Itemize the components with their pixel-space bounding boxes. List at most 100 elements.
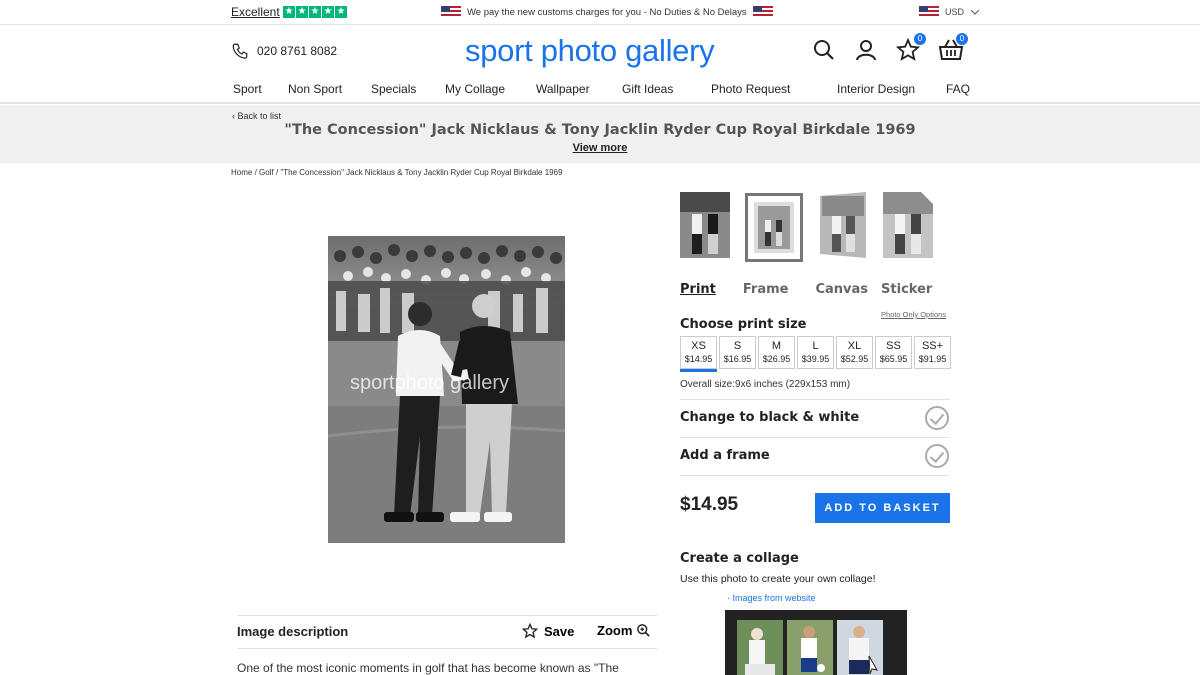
search-button[interactable] bbox=[812, 38, 836, 62]
us-flag-icon bbox=[752, 6, 773, 18]
choose-print-size-heading: Choose print size bbox=[680, 317, 807, 332]
photo-only-options-link[interactable]: Photo Only Options bbox=[881, 310, 946, 319]
phone-contact[interactable]: 020 8761 8082 bbox=[231, 42, 337, 60]
wishlist-button[interactable]: 0 bbox=[895, 33, 926, 62]
chevron-down-icon bbox=[970, 9, 980, 15]
add-frame-option-label: Add a frame bbox=[680, 448, 770, 463]
nav-item-interior-design[interactable]: Interior Design bbox=[837, 82, 915, 96]
size-price: $39.95 bbox=[801, 354, 830, 364]
size-option-xs[interactable]: XS $14.95 bbox=[680, 336, 717, 372]
product-variant-thumbnails bbox=[680, 192, 933, 262]
promo-banner: We pay the new customs charges for you -… bbox=[441, 6, 773, 18]
tab-canvas[interactable]: Canvas bbox=[815, 282, 868, 297]
star-icon: ★ bbox=[322, 6, 334, 18]
divider bbox=[680, 475, 950, 476]
collage-preview[interactable] bbox=[725, 610, 907, 675]
create-collage-heading: Create a collage bbox=[680, 551, 799, 566]
currency-label: USD bbox=[945, 7, 965, 17]
breadcrumb-separator: / bbox=[275, 168, 279, 177]
size-name: XS bbox=[691, 340, 706, 352]
back-to-list-link[interactable]: ‹ Back to list bbox=[232, 111, 281, 121]
create-collage-text: Use this photo to create your own collag… bbox=[680, 573, 876, 585]
us-flag-icon bbox=[441, 6, 461, 18]
basket-count-badge: 0 bbox=[956, 33, 968, 45]
size-name: L bbox=[812, 340, 819, 352]
nav-item-photo-request[interactable]: Photo Request bbox=[711, 82, 790, 96]
size-option-m[interactable]: M $26.95 bbox=[758, 336, 795, 369]
save-label: Save bbox=[544, 623, 575, 639]
photo-watermark: sportphoto gallery bbox=[350, 372, 509, 394]
thumbnail-canvas[interactable] bbox=[818, 192, 868, 258]
black-white-toggle-icon[interactable] bbox=[925, 406, 949, 430]
size-price: $65.95 bbox=[879, 354, 908, 364]
add-frame-toggle-icon[interactable] bbox=[925, 444, 949, 468]
image-description-text: One of the most iconic moments in golf t… bbox=[237, 661, 619, 675]
phone-number: 020 8761 8082 bbox=[257, 44, 338, 58]
size-option-s[interactable]: S $16.95 bbox=[719, 336, 756, 369]
nav-item-specials[interactable]: Specials bbox=[371, 82, 416, 96]
breadcrumb-golf[interactable]: Golf bbox=[259, 168, 274, 177]
size-price: $16.95 bbox=[723, 354, 752, 364]
zoom-button[interactable]: Zoom bbox=[597, 623, 651, 638]
divider bbox=[237, 615, 657, 616]
breadcrumb-home[interactable]: Home bbox=[231, 168, 252, 177]
print-size-selector: XS $14.95 S $16.95 M $26.95 L $39.95 XL $52.9… bbox=[680, 336, 951, 372]
header-actions: 0 0 bbox=[812, 33, 968, 62]
basket-button[interactable]: 0 bbox=[938, 33, 968, 62]
size-name: S bbox=[733, 340, 742, 352]
tab-sticker[interactable]: Sticker bbox=[881, 282, 932, 297]
product-photo[interactable]: sportphoto gallery bbox=[328, 236, 565, 543]
back-label: Back to list bbox=[237, 111, 282, 121]
size-price: $91.95 bbox=[918, 354, 947, 364]
save-button[interactable]: Save bbox=[522, 623, 574, 639]
product-type-tabs: Print Frame Canvas Sticker bbox=[680, 282, 959, 297]
size-name: SS bbox=[886, 340, 901, 352]
thumbnail-sticker[interactable] bbox=[883, 192, 933, 258]
star-icon: ★ bbox=[309, 6, 321, 18]
size-name: M bbox=[771, 340, 782, 352]
overall-size-text: Overall size:9x6 inches (229x153 mm) bbox=[680, 379, 851, 390]
size-name: XL bbox=[847, 340, 862, 352]
tab-print[interactable]: Print bbox=[680, 282, 716, 297]
us-flag-icon bbox=[919, 6, 939, 18]
star-icon: ★ bbox=[335, 6, 347, 18]
account-button[interactable] bbox=[854, 38, 878, 62]
size-option-ss[interactable]: SS $65.95 bbox=[875, 336, 912, 369]
collage-thumb-football bbox=[787, 620, 833, 675]
wishlist-count-badge: 0 bbox=[914, 33, 926, 45]
star-icon: ★ bbox=[296, 6, 308, 18]
size-option-l[interactable]: L $39.95 bbox=[797, 336, 834, 369]
size-price: $52.95 bbox=[840, 354, 869, 364]
zoom-label: Zoom bbox=[597, 623, 633, 638]
thumbnail-print[interactable] bbox=[680, 192, 730, 258]
collage-thumb-rugby bbox=[837, 620, 883, 675]
breadcrumb-separator: / bbox=[254, 168, 257, 177]
trustpilot-rating-link[interactable]: Excellent bbox=[231, 5, 280, 19]
black-white-option-label: Change to black & white bbox=[680, 410, 860, 425]
nav-item-wallpaper[interactable]: Wallpaper bbox=[536, 82, 590, 96]
size-option-xl[interactable]: XL $52.95 bbox=[836, 336, 873, 369]
image-description-title: Image description bbox=[237, 624, 349, 639]
promo-text: We pay the new customs charges for you -… bbox=[467, 6, 747, 18]
zoom-in-icon bbox=[637, 624, 651, 637]
top-strip: Excellent ★ ★ ★ ★ ★ We pay the new custo… bbox=[0, 0, 1200, 25]
main-nav: Sport Non Sport Specials My Collage Wall… bbox=[0, 76, 1200, 104]
site-logo[interactable]: sport photo gallery bbox=[465, 33, 715, 69]
view-more-link[interactable]: View more bbox=[0, 142, 1200, 154]
size-name: SS+ bbox=[921, 340, 944, 352]
add-to-basket-button[interactable]: ADD TO BASKET bbox=[815, 493, 950, 523]
tab-frame[interactable]: Frame bbox=[743, 282, 789, 297]
nav-item-faq[interactable]: FAQ bbox=[946, 82, 970, 96]
breadcrumb: Home / Golf / "The Concession" Jack Nick… bbox=[231, 168, 563, 177]
currency-selector[interactable]: USD bbox=[919, 6, 980, 18]
star-icon: ★ bbox=[283, 6, 295, 18]
nav-item-non-sport[interactable]: Non Sport bbox=[288, 82, 342, 96]
nav-item-my-collage[interactable]: My Collage bbox=[445, 82, 505, 96]
nav-item-sport[interactable]: Sport bbox=[233, 82, 262, 96]
nav-item-gift-ideas[interactable]: Gift Ideas bbox=[622, 82, 673, 96]
trustpilot-stars[interactable]: ★ ★ ★ ★ ★ bbox=[283, 6, 347, 18]
divider bbox=[680, 437, 950, 438]
page-title: "The Concession" Jack Nicklaus & Tony Ja… bbox=[284, 122, 916, 138]
thumbnail-frame[interactable] bbox=[745, 193, 803, 262]
size-option-ss-plus[interactable]: SS+ $91.95 bbox=[914, 336, 951, 369]
